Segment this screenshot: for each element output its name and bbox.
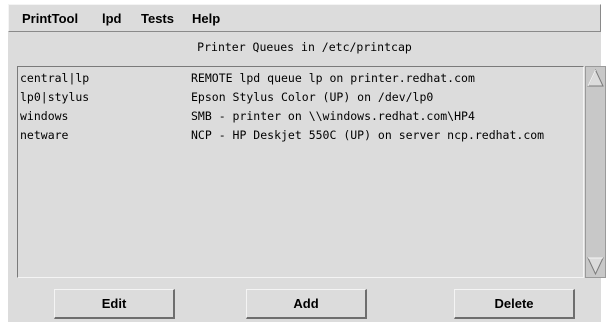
queue-description: Epson Stylus Color (UP) on /dev/lp0	[191, 90, 434, 104]
up-arrow-icon[interactable]	[587, 68, 604, 88]
edit-button[interactable]: Edit	[54, 289, 175, 319]
down-arrow-icon[interactable]	[587, 256, 604, 276]
queue-row-netware[interactable]: netware NCP - HP Deskjet 550C (UP) on se…	[20, 126, 580, 145]
queue-name: netware	[20, 128, 69, 142]
queue-description: SMB - printer on \\windows.redhat.com\HP…	[191, 109, 475, 123]
menu-printtool[interactable]: PrintTool	[22, 11, 78, 27]
menu-help[interactable]: Help	[192, 11, 220, 27]
queues-header: Printer Queues in /etc/printcap	[197, 40, 412, 54]
queue-name: lp0|stylus	[20, 90, 90, 104]
queue-description: NCP - HP Deskjet 550C (UP) on server ncp…	[191, 128, 545, 142]
printer-queue-list[interactable]: central|lp REMOTE lpd queue lp on printe…	[17, 66, 584, 278]
add-button[interactable]: Add	[246, 289, 367, 319]
queue-rows: central|lp REMOTE lpd queue lp on printe…	[20, 69, 580, 275]
queue-row-windows[interactable]: windows SMB - printer on \\windows.redha…	[20, 107, 580, 126]
queue-name: central|lp	[20, 71, 90, 85]
queue-row-lp0[interactable]: lp0|stylus Epson Stylus Color (UP) on /d…	[20, 88, 580, 107]
printtool-window: PrintTool lpd Tests Help Printer Queues …	[8, 4, 606, 322]
menu-tests[interactable]: Tests	[141, 11, 174, 27]
menu-lpd[interactable]: lpd	[102, 11, 122, 27]
queue-name: windows	[20, 109, 69, 123]
menu-bar: PrintTool lpd Tests Help	[8, 4, 601, 32]
delete-button[interactable]: Delete	[454, 289, 575, 319]
queue-description: REMOTE lpd queue lp on printer.redhat.co…	[191, 71, 475, 85]
queue-row-central[interactable]: central|lp REMOTE lpd queue lp on printe…	[20, 69, 580, 88]
vertical-scrollbar[interactable]	[585, 66, 606, 278]
